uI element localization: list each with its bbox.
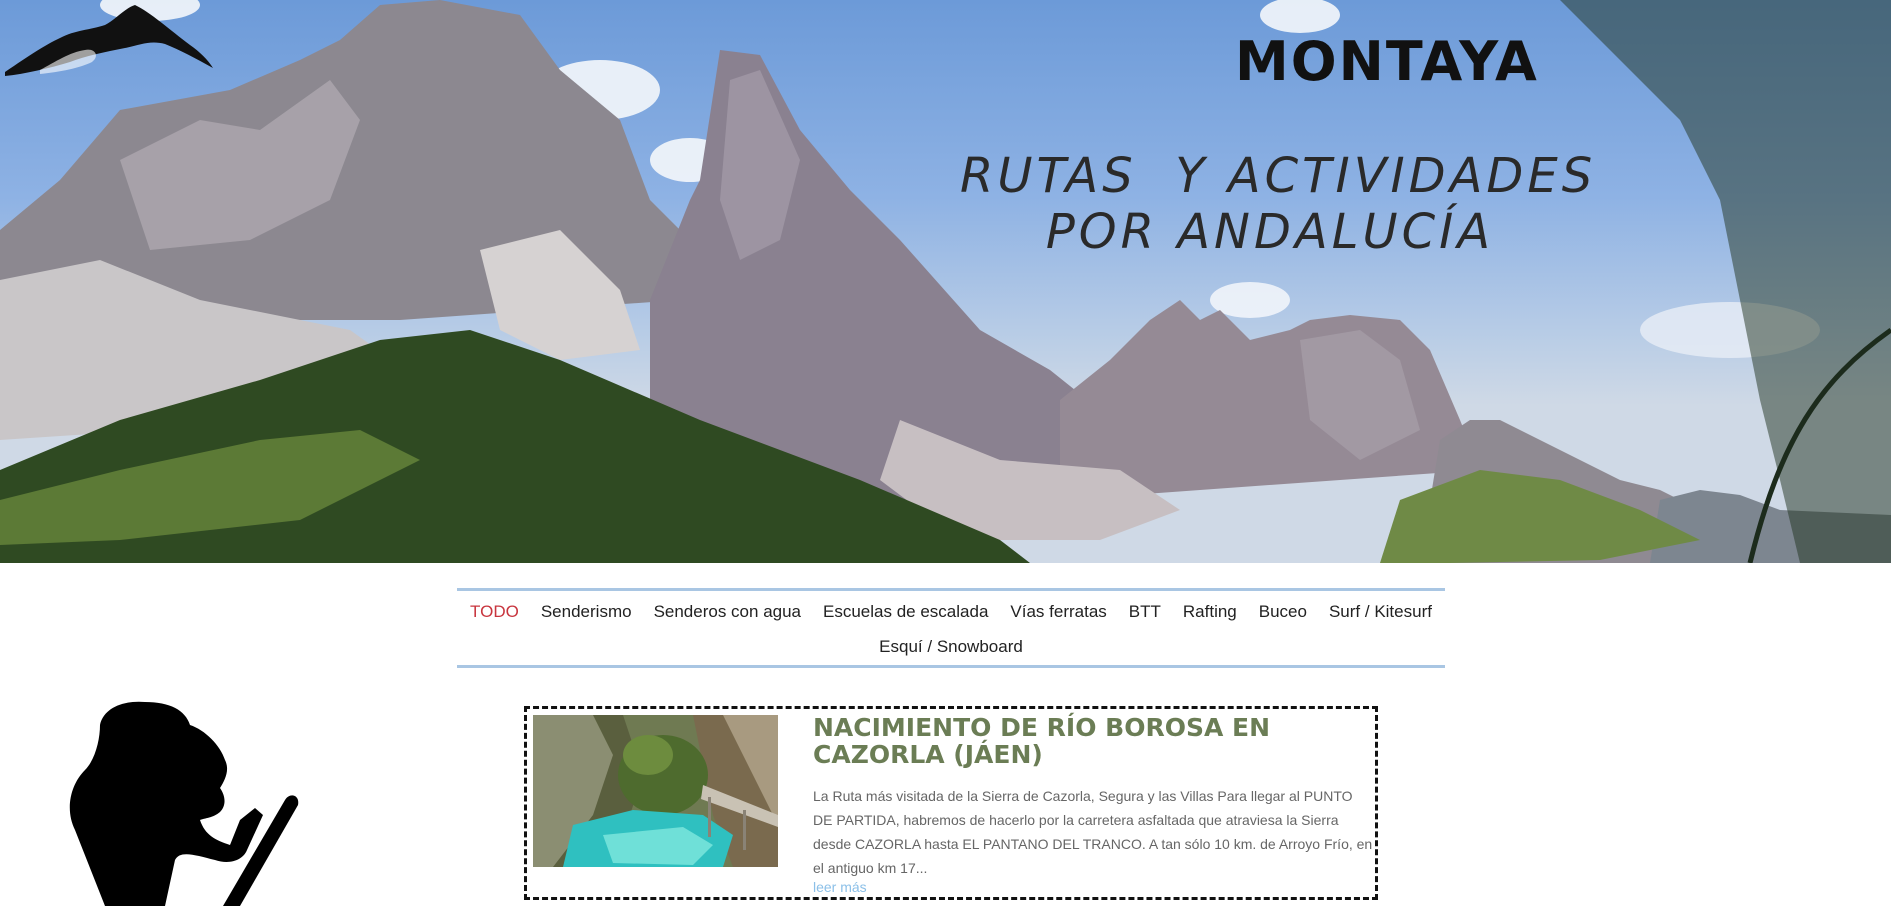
mountain-landscape-image	[0, 0, 1891, 563]
tagline-line-2: POR ANDALUCÍA	[1045, 204, 1495, 260]
post-thumbnail[interactable]	[533, 715, 778, 867]
tagline-line-1: RUTAS Y ACTIVIDADES	[960, 148, 1597, 204]
post-card: NACIMIENTO DE RÍO BOROSA EN CAZORLA (JÁE…	[524, 706, 1378, 900]
nav-row-1: TODO Senderismo Senderos con agua Escuel…	[457, 602, 1445, 622]
nav-item-btt[interactable]: BTT	[1129, 602, 1161, 622]
nav-item-esqui-snowboard[interactable]: Esquí / Snowboard	[879, 637, 1023, 657]
nav-item-buceo[interactable]: Buceo	[1259, 602, 1307, 622]
nav-row-2: Esquí / Snowboard	[457, 637, 1445, 657]
nav-item-senderos-con-agua[interactable]: Senderos con agua	[654, 602, 801, 622]
hiker-silhouette-icon	[69, 701, 299, 906]
nav-item-surf-kitesurf[interactable]: Surf / Kitesurf	[1329, 602, 1432, 622]
category-filter-nav: TODO Senderismo Senderos con agua Escuel…	[457, 588, 1445, 668]
brand-name: MONTAYA	[1235, 30, 1539, 93]
post-title[interactable]: NACIMIENTO DE RÍO BOROSA EN CAZORLA (JÁE…	[813, 714, 1373, 768]
post-excerpt: La Ruta más visitada de la Sierra de Caz…	[813, 788, 1373, 876]
nav-item-escuelas-de-escalada[interactable]: Escuelas de escalada	[823, 602, 988, 622]
river-gorge-image	[533, 715, 778, 867]
nav-item-senderismo[interactable]: Senderismo	[541, 602, 632, 622]
hero-banner: MONTAYA RUTAS Y ACTIVIDADES POR ANDALUCÍ…	[0, 0, 1891, 563]
mountain-logo-icon	[5, 5, 213, 76]
nav-item-vias-ferratas[interactable]: Vías ferratas	[1010, 602, 1106, 622]
nav-item-rafting[interactable]: Rafting	[1183, 602, 1237, 622]
tagline: RUTAS Y ACTIVIDADES POR ANDALUCÍA	[960, 148, 1597, 260]
nav-item-todo[interactable]: TODO	[470, 602, 519, 622]
read-more-link[interactable]: leer más	[813, 879, 867, 895]
